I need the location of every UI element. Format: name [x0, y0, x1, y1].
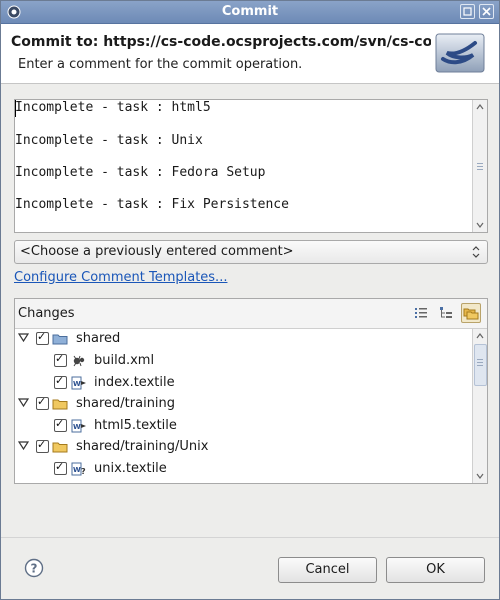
- scroll-grip: [477, 169, 483, 170]
- help-icon[interactable]: ?: [24, 558, 44, 578]
- folder-icon: [52, 442, 68, 453]
- previous-comment-select[interactable]: <Choose a previously entered comment>: [14, 240, 488, 264]
- comment-line: Incomplete - task : Fedora Setup: [15, 165, 266, 180]
- updown-chevron-icon: [471, 244, 481, 262]
- tree-label: build.xml: [94, 353, 155, 368]
- previous-comment-value: <Choose a previously entered comment>: [20, 244, 294, 259]
- tree-label: shared: [76, 331, 121, 346]
- word-file-modified-icon: W: [71, 419, 86, 433]
- close-icon: [482, 7, 491, 16]
- folder-icon: [52, 334, 68, 345]
- scroll-up-arrow-icon[interactable]: [473, 100, 487, 114]
- tree-view-button[interactable]: [436, 303, 456, 323]
- header-title: Commit to: https://cs-code.ocsprojects.c…: [11, 34, 431, 50]
- scroll-grip: [477, 166, 483, 167]
- comment-line: Incomplete - task : html5: [15, 100, 211, 115]
- tree-label: unix.textile: [94, 461, 167, 476]
- comment-line: Incomplete - task : Unix: [15, 133, 203, 148]
- tree-icon: [440, 307, 452, 318]
- folders-icon: [463, 308, 479, 320]
- tree-label: html5.textile: [94, 418, 177, 433]
- scroll-down-arrow-icon[interactable]: [473, 218, 487, 232]
- cancel-button[interactable]: Cancel: [278, 557, 377, 583]
- row-checkbox[interactable]: [54, 374, 67, 389]
- svg-text:W: W: [73, 466, 81, 474]
- maximize-button[interactable]: [460, 4, 475, 19]
- changes-scrollbar[interactable]: [472, 329, 487, 483]
- svg-text:W: W: [73, 380, 81, 388]
- compressed-folders-button[interactable]: [461, 303, 481, 323]
- row-checkbox[interactable]: [36, 395, 49, 410]
- scroll-grip: [477, 163, 483, 164]
- row-checkbox[interactable]: [54, 460, 67, 475]
- list-icon: [415, 308, 427, 318]
- svg-text:?: ?: [31, 562, 38, 576]
- scroll-grip: [477, 365, 483, 366]
- expanded-chevron-icon[interactable]: [18, 332, 29, 343]
- tree-row-file[interactable]: build.xml: [15, 351, 471, 371]
- ok-button[interactable]: OK: [386, 557, 485, 583]
- changes-panel: Changes ✓ shared ✓ build.xml ✓ W index.t…: [14, 298, 488, 484]
- changes-tree[interactable]: shared build.xml W index.textile: [15, 329, 471, 483]
- tree-row-file[interactable]: W ? unix.textile: [15, 459, 471, 479]
- flat-list-view-button[interactable]: [411, 303, 431, 323]
- expanded-chevron-icon[interactable]: [18, 397, 29, 408]
- scroll-grip: [477, 362, 483, 363]
- subversion-logo-icon: [435, 33, 485, 73]
- scroll-grip: [477, 359, 483, 360]
- tree-label: index.textile: [94, 375, 175, 390]
- comment-line: Incomplete - task : Fix Persistence: [15, 197, 289, 212]
- tree-label: shared/training: [76, 396, 176, 411]
- tree-row-folder[interactable]: shared/training: [15, 394, 471, 414]
- title-bar[interactable]: Commit: [1, 1, 499, 24]
- svg-text:?: ?: [81, 467, 86, 476]
- row-checkbox[interactable]: [54, 417, 67, 432]
- ant-file-icon: [73, 355, 85, 367]
- header-description: Enter a comment for the commit operation…: [18, 57, 303, 72]
- comment-text[interactable]: Incomplete - task : html5 Incomplete - t…: [15, 100, 471, 232]
- folder-icon: [52, 399, 68, 410]
- tree-row-file[interactable]: W index.textile: [15, 373, 471, 393]
- window-title: Commit: [221, 4, 279, 19]
- row-checkbox[interactable]: [36, 330, 49, 345]
- commit-dialog: Commit Commit to: https://cs-code.ocspro…: [0, 0, 500, 600]
- changes-header: Changes: [15, 299, 487, 329]
- svg-text:W: W: [73, 423, 81, 431]
- maximize-icon: [463, 7, 472, 16]
- scroll-down-arrow-icon[interactable]: [473, 469, 487, 483]
- close-button[interactable]: [479, 4, 494, 19]
- tree-row-folder[interactable]: shared/training/Unix: [15, 437, 471, 457]
- row-checkbox[interactable]: [54, 352, 67, 367]
- row-checkbox[interactable]: [36, 438, 49, 453]
- tree-label: shared/training/Unix: [76, 439, 209, 454]
- word-file-unversioned-icon: W ?: [71, 462, 86, 476]
- word-file-modified-icon: W: [71, 376, 86, 390]
- configure-templates-link[interactable]: Configure Comment Templates...: [14, 270, 227, 285]
- tree-row-folder[interactable]: shared: [15, 329, 471, 349]
- footer-divider: [1, 537, 499, 538]
- comment-scrollbar[interactable]: [472, 100, 487, 232]
- expanded-chevron-icon[interactable]: [18, 440, 29, 451]
- scroll-up-arrow-icon[interactable]: [473, 329, 487, 343]
- dialog-header: Commit to: https://cs-code.ocsprojects.c…: [1, 24, 499, 84]
- tree-row-file[interactable]: W html5.textile: [15, 416, 471, 436]
- comment-textarea[interactable]: Incomplete - task : html5 Incomplete - t…: [14, 99, 488, 233]
- changes-title: Changes: [18, 306, 75, 321]
